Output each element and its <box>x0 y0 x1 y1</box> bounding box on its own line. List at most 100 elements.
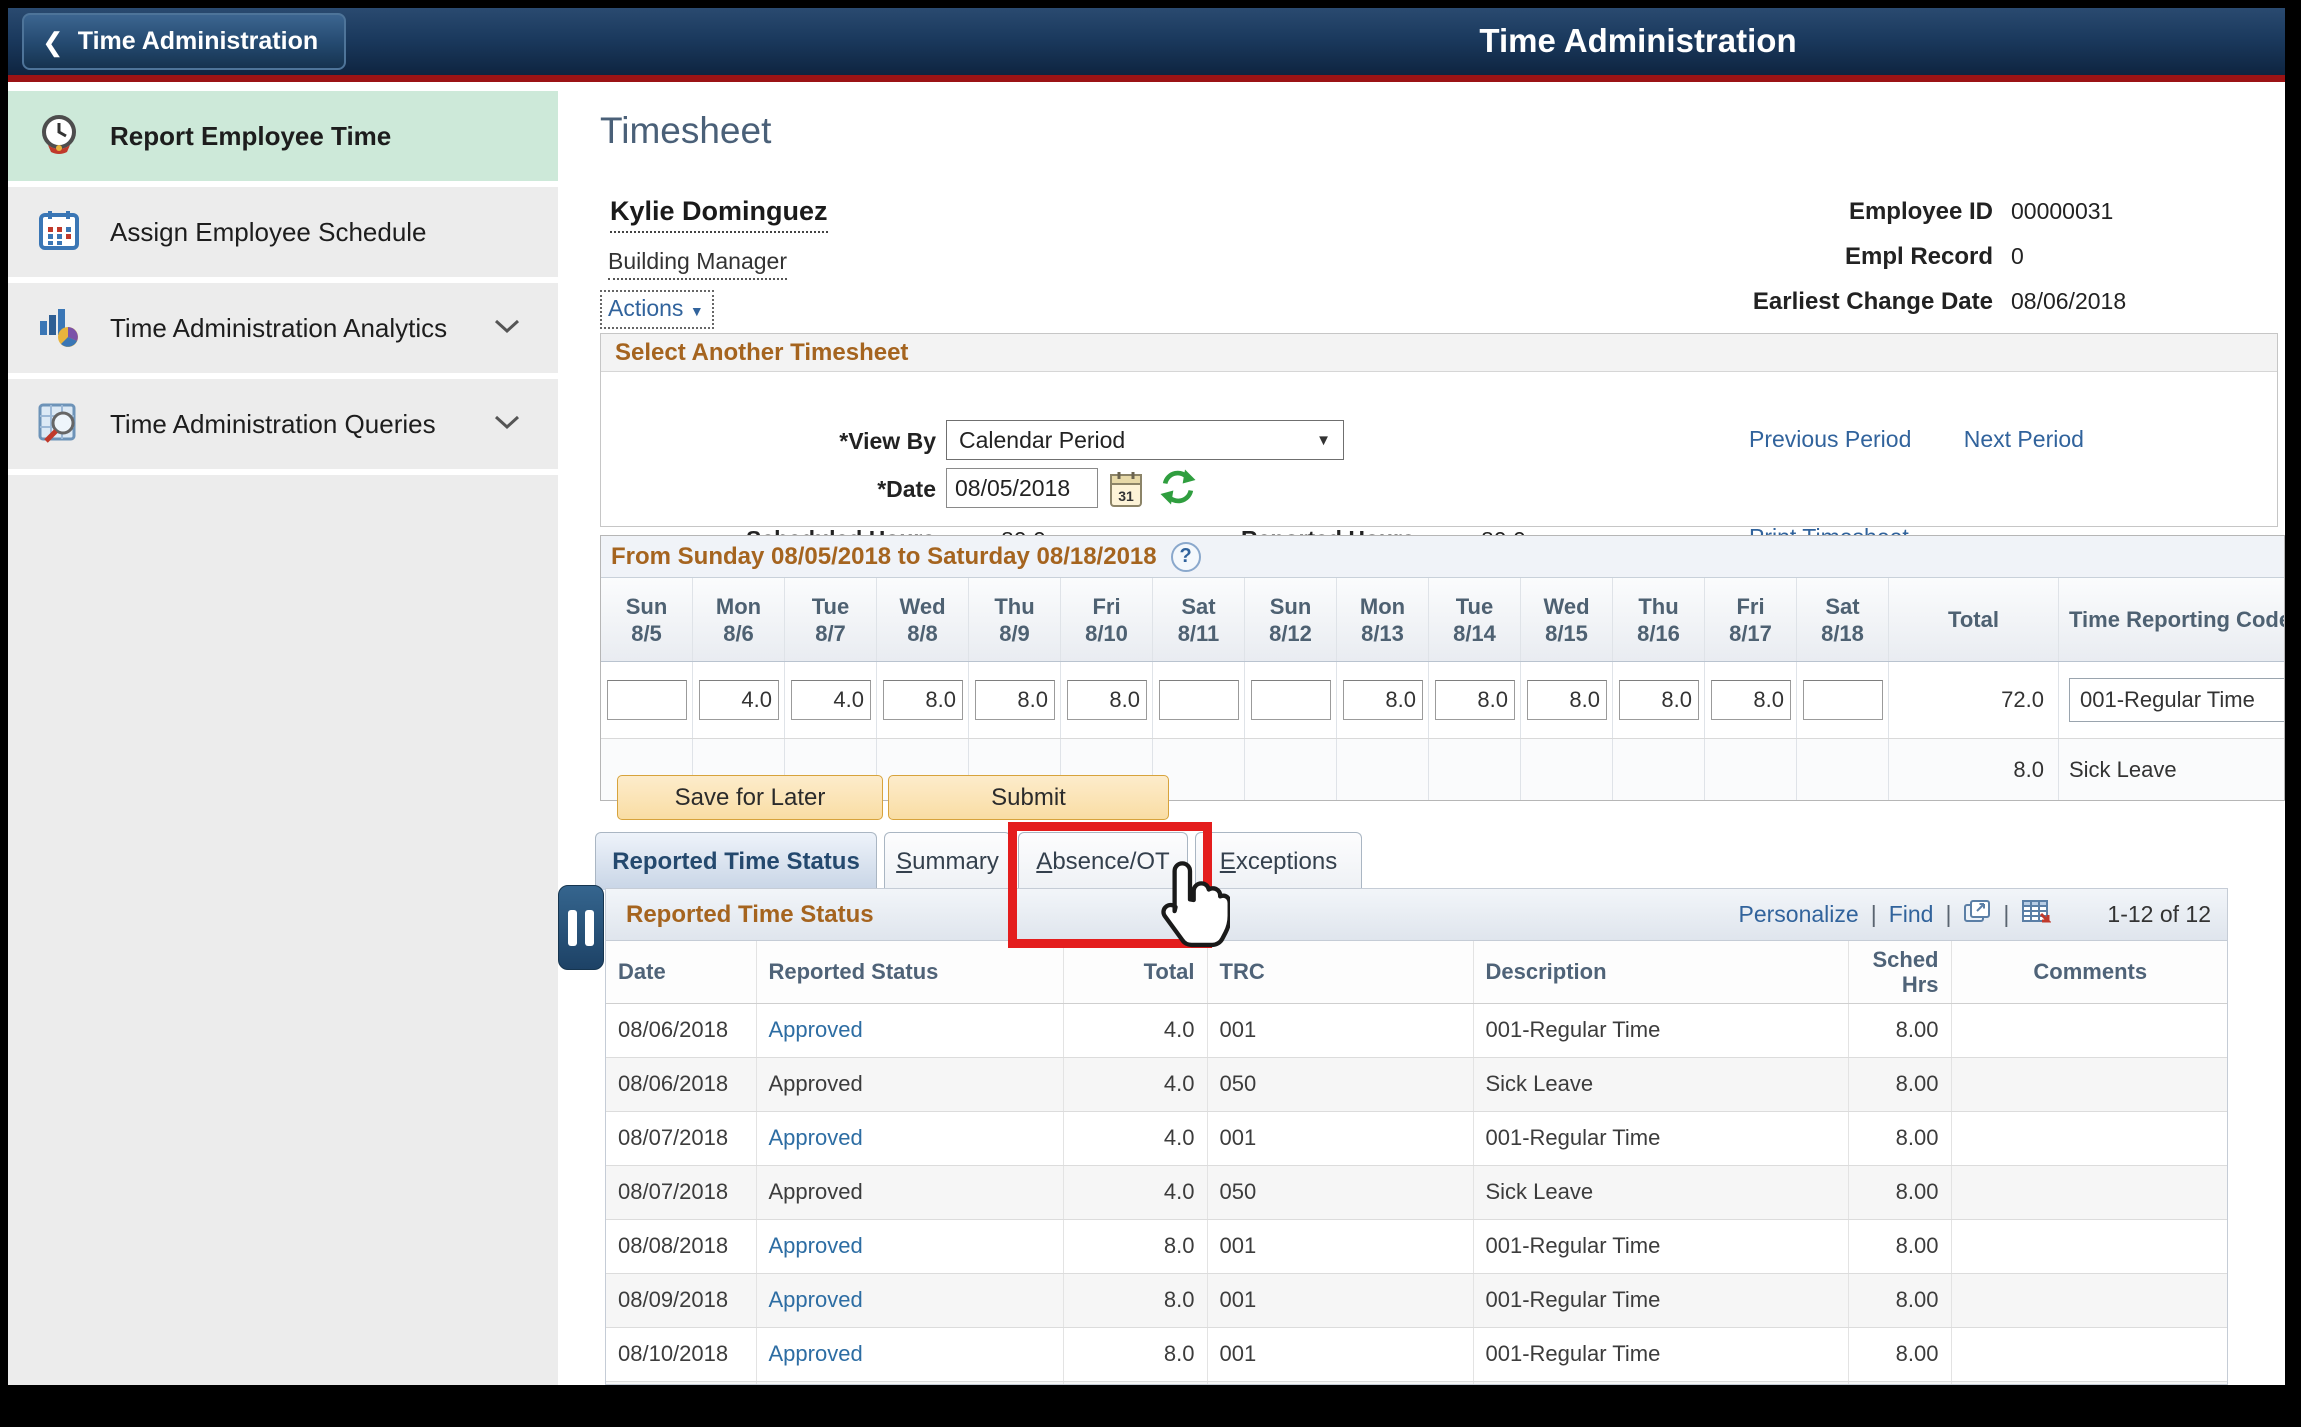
tab-accesskey: A <box>1036 848 1052 875</box>
tab-accesskey: E <box>1220 848 1236 875</box>
cell-date: 08/09/2018 <box>606 1273 756 1327</box>
refresh-icon[interactable] <box>1157 466 1199 513</box>
day-date: 8/14 <box>1453 620 1496 647</box>
save-for-later-button[interactable]: Save for Later <box>617 775 883 820</box>
cell-comments <box>1951 1057 2228 1111</box>
approved-status[interactable]: Approved <box>769 1125 863 1150</box>
cell-total: 4.0 <box>1063 1165 1207 1219</box>
tab-label: ummary <box>912 848 999 875</box>
tab-reported-time-status[interactable]: Reported Time Status <box>595 832 877 890</box>
info-row: Earliest Change Date 08/06/2018 <box>1463 288 2243 316</box>
sick-hours-cell <box>1797 739 1889 800</box>
cell-reported-status: Approved <box>756 1003 1063 1057</box>
chevron-down-icon <box>494 319 520 339</box>
sidebar-item-label: Time Administration Queries <box>110 409 436 440</box>
hours-input[interactable] <box>1527 680 1607 720</box>
view-by-label: *View By <box>601 428 936 455</box>
trc-select[interactable]: 001-Regular Time <box>2069 678 2285 722</box>
submit-button[interactable]: Submit <box>888 775 1169 820</box>
cell-total: 4.0 <box>1063 1111 1207 1165</box>
approved-status[interactable]: Approved <box>769 1017 863 1042</box>
employee-name[interactable]: Kylie Dominguez <box>610 196 828 233</box>
help-icon[interactable]: ? <box>1171 542 1201 572</box>
previous-period-link[interactable]: Previous Period <box>1749 426 1911 452</box>
tab-summary[interactable]: Summary <box>884 832 1011 890</box>
hours-input[interactable] <box>1251 680 1331 720</box>
day-date: 8/13 <box>1361 620 1404 647</box>
cell-trc: 050 <box>1207 1165 1473 1219</box>
tab-absence-ot[interactable]: Absence/OT <box>1018 832 1188 890</box>
day-column-header: Sat8/11 <box>1153 578 1245 661</box>
hours-cell <box>1521 662 1613 738</box>
cell-empty <box>756 1381 1063 1385</box>
date-input[interactable] <box>946 468 1098 508</box>
table-row: 08/07/2018Approved4.0001001-Regular Time… <box>606 1111 2228 1165</box>
cell-empty <box>606 1381 756 1385</box>
sidebar-item-time-administration-analytics[interactable]: Time Administration Analytics <box>8 283 558 373</box>
back-chevron-icon: ❮ <box>42 29 64 55</box>
cell-empty <box>1848 1381 1951 1385</box>
hours-input[interactable] <box>1159 680 1239 720</box>
day-date: 8/8 <box>907 620 938 647</box>
calendar-picker-icon[interactable]: 31 <box>1109 470 1143 513</box>
table-row: 08/10/2018Approved8.0001001-Regular Time… <box>606 1327 2228 1381</box>
approved-status[interactable]: Approved <box>769 1287 863 1312</box>
page-title: Timesheet <box>600 110 771 152</box>
day-date: 8/7 <box>815 620 846 647</box>
sidebar-item-assign-employee-schedule[interactable]: Assign Employee Schedule <box>8 187 558 277</box>
hours-cell <box>601 662 693 738</box>
row-total-value: 72.0 <box>1889 662 2059 738</box>
find-link[interactable]: Find <box>1889 901 1934 928</box>
day-name: Sat <box>1825 593 1859 620</box>
actions-label: Actions <box>608 295 683 321</box>
hours-input[interactable] <box>1067 680 1147 720</box>
trc-column-header: Time Reporting Code <box>2059 578 2285 661</box>
day-name: Sat <box>1181 593 1215 620</box>
cell-sched-hrs: 8.00 <box>1848 1327 1951 1381</box>
hours-input[interactable] <box>1803 680 1883 720</box>
back-button[interactable]: ❮ Time Administration <box>22 13 346 70</box>
date-label: *Date <box>601 476 936 503</box>
hours-input[interactable] <box>1435 680 1515 720</box>
hours-input[interactable] <box>1711 680 1791 720</box>
hours-input[interactable] <box>975 680 1055 720</box>
pause-collapse-button[interactable] <box>558 885 604 970</box>
cell-description: 001-Regular Time <box>1473 1273 1848 1327</box>
approved-status[interactable]: Approved <box>769 1341 863 1366</box>
sidebar-item-time-administration-queries[interactable]: Time Administration Queries <box>8 379 558 469</box>
column-header: Reported Status <box>756 941 1063 1003</box>
cell-trc: 001 <box>1207 1003 1473 1057</box>
download-grid-icon[interactable] <box>2021 899 2051 931</box>
hours-input[interactable] <box>1619 680 1699 720</box>
tab-exceptions[interactable]: Exceptions <box>1195 832 1362 890</box>
day-name: Tue <box>812 593 849 620</box>
sick-hours-cell <box>1429 739 1521 800</box>
cell-reported-status: Approved <box>756 1273 1063 1327</box>
popout-window-icon[interactable] <box>1963 899 1991 931</box>
approved-status[interactable]: Approved <box>769 1233 863 1258</box>
hours-input[interactable] <box>1343 680 1423 720</box>
cell-description: Sick Leave <box>1473 1057 1848 1111</box>
cell-description: 001-Regular Time <box>1473 1327 1848 1381</box>
sick-hours-cell <box>1613 739 1705 800</box>
cell-total: 8.0 <box>1063 1219 1207 1273</box>
table-row-partial <box>606 1381 2228 1385</box>
view-by-select[interactable]: Calendar Period ▼ <box>946 420 1344 460</box>
day-date: 8/11 <box>1178 620 1220 647</box>
day-name: Wed <box>899 593 945 620</box>
hours-input[interactable] <box>699 680 779 720</box>
employee-job-title[interactable]: Building Manager <box>608 248 787 280</box>
day-column-header: Thu8/16 <box>1613 578 1705 661</box>
hours-input[interactable] <box>607 680 687 720</box>
column-header: Sched Hrs <box>1848 941 1951 1003</box>
actions-menu-button[interactable]: Actions ▼ <box>600 290 714 329</box>
status-section-title: Reported Time Status <box>626 901 874 929</box>
sidebar-item-label: Time Administration Analytics <box>110 313 447 344</box>
cell-sched-hrs: 8.00 <box>1848 1057 1951 1111</box>
personalize-link[interactable]: Personalize <box>1739 901 1859 928</box>
hours-input[interactable] <box>883 680 963 720</box>
next-period-link[interactable]: Next Period <box>1964 426 2084 452</box>
hours-input[interactable] <box>791 680 871 720</box>
sidebar-item-report-employee-time[interactable]: Report Employee Time <box>8 91 558 181</box>
info-label: Employee ID <box>1463 198 1993 226</box>
